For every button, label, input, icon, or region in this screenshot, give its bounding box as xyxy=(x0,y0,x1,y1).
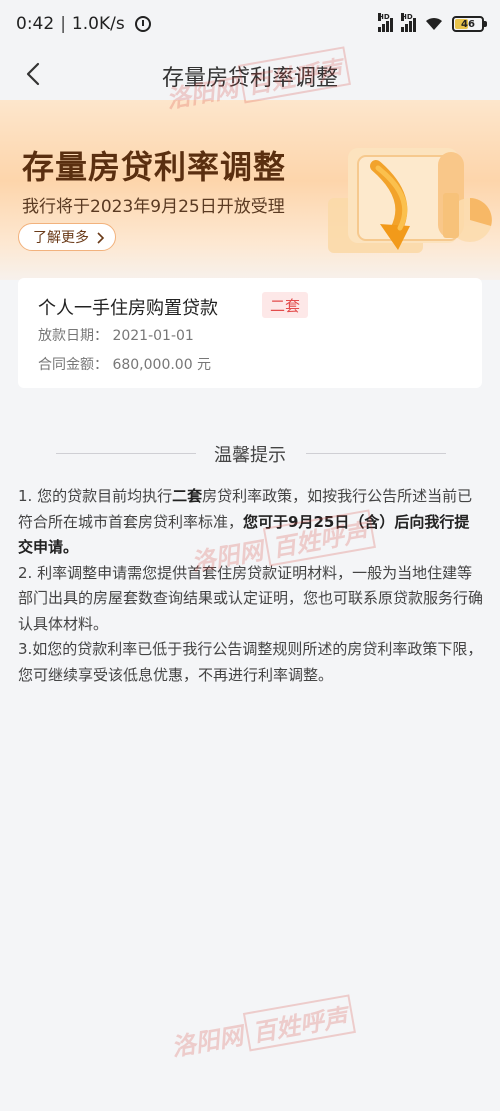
loan-title: 个人一手住房购置贷款 xyxy=(38,298,218,319)
loan-date-row: 放款日期： 2021-01-01 xyxy=(38,325,194,345)
status-right: HD HD 46 xyxy=(378,13,487,32)
tips-header: 温馨提示 xyxy=(0,441,500,466)
divider-right xyxy=(306,453,446,454)
rate-down-illustration xyxy=(328,148,492,253)
signal-icon: HD xyxy=(378,13,393,32)
battery-level: 46 xyxy=(461,18,475,30)
loan-amount-value: 680,000.00 元 xyxy=(112,357,212,373)
learn-more-button[interactable]: 了解更多 xyxy=(18,223,116,251)
tip-item-3: 3.如您的贷款利率已低于我行公告调整规则所述的房贷利率政策下限，您可继续享受该低… xyxy=(18,640,483,684)
chevron-right-icon xyxy=(97,232,105,244)
signal-hd-label: HD xyxy=(378,13,390,21)
alarm-icon xyxy=(134,16,151,32)
watermark: 洛阳网 百姓呼声 xyxy=(168,994,356,1064)
learn-more-label: 了解更多 xyxy=(33,230,89,246)
tips-body: 1. 您的贷款目前均执行二套房贷利率政策，如按我行公告所述当前已符合所在城市首套… xyxy=(18,484,484,688)
wifi-icon xyxy=(426,17,442,30)
loan-date-label: 放款日期： xyxy=(38,328,108,344)
battery-icon: 46 xyxy=(452,16,487,32)
tip-highlight-second-home: 二套 xyxy=(172,487,203,505)
loan-amount-row: 合同金额： 680,000.00 元 xyxy=(38,354,211,374)
loan-type-badge: 二套 xyxy=(262,292,309,318)
status-divider: | xyxy=(60,14,66,34)
signal-hd-label-2: HD xyxy=(401,13,413,21)
status-net-speed: 1.0K/s xyxy=(71,14,125,34)
banner-title: 存量房贷利率调整 xyxy=(22,148,287,186)
promo-banner: 存量房贷利率调整 我行将于2023年9月25日开放受理 了解更多 xyxy=(0,100,500,280)
banner-subtitle: 我行将于2023年9月25日开放受理 xyxy=(22,197,285,217)
status-bar: 0:42 | 1.0K/s HD HD 46 xyxy=(0,0,500,48)
tips-title: 温馨提示 xyxy=(214,445,286,466)
signal-icon-2: HD xyxy=(401,13,416,32)
loan-date-value: 2021-01-01 xyxy=(112,328,194,344)
status-time: 0:42 xyxy=(16,14,55,34)
status-left: 0:42 | 1.0K/s xyxy=(16,14,151,34)
tip-item-2: 2. 利率调整申请需您提供首套住房贷款证明材料，一般为当地住建等部门出具的房屋套… xyxy=(18,563,484,633)
loan-amount-label: 合同金额： xyxy=(38,357,108,373)
loan-card[interactable]: 个人一手住房购置贷款 二套 放款日期： 2021-01-01 合同金额： 680… xyxy=(18,278,482,388)
